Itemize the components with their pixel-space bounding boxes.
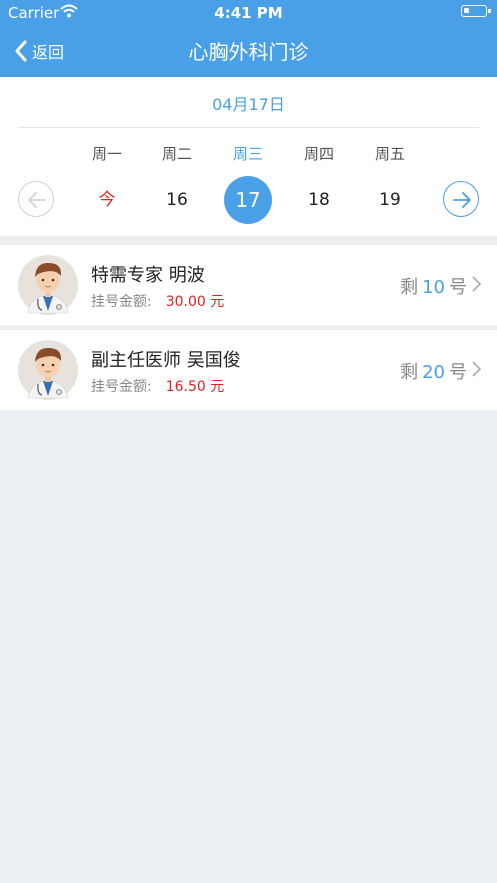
next-week-button[interactable]: [443, 181, 479, 217]
weekday-label: 周一: [91, 145, 122, 163]
day-cell[interactable]: 18: [295, 176, 343, 224]
fee-row: 挂号金额: 16.50 元: [91, 376, 224, 396]
chevron-right-icon: [472, 361, 481, 377]
remaining-count: 20: [422, 362, 445, 383]
fee-value: 16.50 元: [165, 379, 225, 395]
day-cell-selected[interactable]: 17: [224, 176, 272, 224]
fee-value: 30.00 元: [165, 294, 225, 310]
weekday-label: 周四: [303, 145, 334, 163]
chevron-right-icon: [472, 276, 481, 292]
doctor-name: 特需专家 明波: [91, 265, 205, 286]
weekday-label-active: 周三: [232, 145, 263, 163]
arrow-left-icon: [28, 192, 46, 208]
weekday-label: 周二: [161, 145, 192, 163]
remaining-suffix: 号: [449, 362, 467, 383]
day-today[interactable]: 今: [83, 176, 131, 224]
status-bar: Carrier 4:41 PM: [0, 0, 497, 24]
doctor-card[interactable]: 副主任医师 吴国俊 挂号金额: 16.50 元 剩 20 号: [0, 330, 497, 410]
doctor-avatar-icon: [18, 255, 78, 315]
current-date: 04月17日: [212, 95, 285, 114]
doctor-card[interactable]: 特需专家 明波 挂号金额: 30.00 元 剩 10 号: [0, 245, 497, 325]
remaining-slots: 剩 10 号: [400, 273, 467, 299]
battery-icon: [461, 5, 491, 17]
remaining-prefix: 剩: [400, 277, 419, 298]
doctor-avatar-icon: [18, 340, 78, 400]
remaining-prefix: 剩: [400, 362, 419, 383]
remaining-count: 10: [422, 277, 445, 298]
weekday-label: 周五: [374, 145, 405, 163]
doctor-name: 副主任医师 吴国俊: [91, 350, 241, 371]
fee-label: 挂号金额:: [91, 379, 152, 395]
remaining-suffix: 号: [449, 277, 467, 298]
divider: [18, 127, 479, 128]
status-time: 4:41 PM: [214, 4, 283, 22]
page-title: 心胸外科门诊: [188, 40, 309, 64]
day-cell[interactable]: 19: [366, 176, 414, 224]
nav-bar: Carrier 4:41 PM 返回 心胸外科门诊: [0, 0, 497, 77]
remaining-slots: 剩 20 号: [400, 358, 467, 384]
prev-week-button[interactable]: [18, 181, 54, 217]
fee-label: 挂号金额:: [91, 294, 152, 310]
date-picker: 04月17日 周一 周二 周三 周四 周五 今 16 17 18 19: [0, 77, 497, 236]
day-cell[interactable]: 16: [153, 176, 201, 224]
fee-row: 挂号金额: 30.00 元: [91, 291, 224, 311]
arrow-right-icon: [453, 192, 471, 208]
